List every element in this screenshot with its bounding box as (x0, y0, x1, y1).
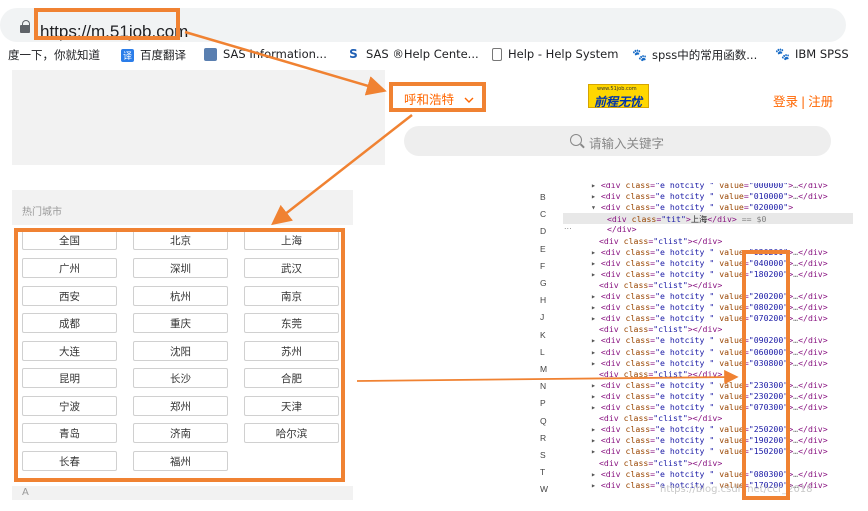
annotation-arrows (184, 30, 739, 385)
arrow-list-to-values (356, 369, 739, 385)
arrow-city-to-list (271, 114, 413, 226)
arrow-url-to-city (184, 30, 387, 96)
